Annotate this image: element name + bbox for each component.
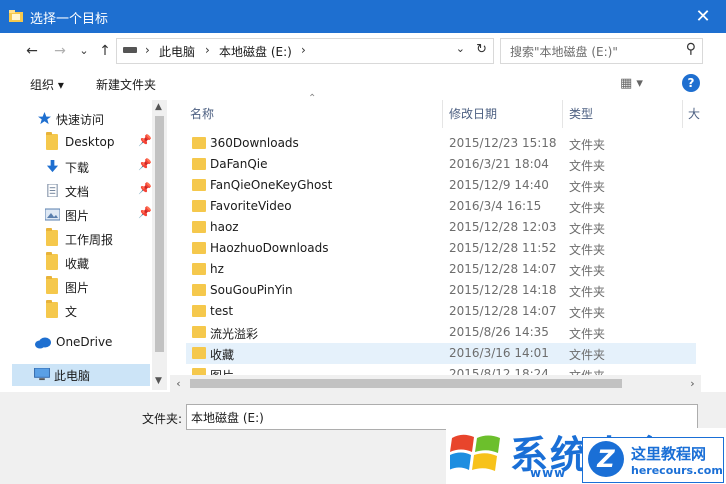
file-name: HaozhuoDownloads [210, 241, 329, 255]
list-item[interactable]: 360Downloads 2015/12/23 15:18 文件夹 [186, 133, 696, 154]
file-date: 2016/3/21 18:04 [449, 157, 549, 171]
list-item[interactable]: 图片 2015/8/12 18:24 文件夹 [186, 364, 696, 375]
folder-icon [192, 263, 206, 275]
list-item[interactable]: 流光溢彩 2015/8/26 14:35 文件夹 [186, 322, 696, 343]
file-type: 文件夹 [569, 348, 606, 362]
folder-icon [192, 347, 206, 359]
file-name: DaFanQie [210, 157, 268, 171]
file-name: 流光溢彩 [210, 327, 259, 341]
file-name: 图片 [210, 367, 234, 375]
file-date: 2015/12/28 14:18 [449, 283, 557, 297]
file-name: FavoriteVideo [210, 199, 292, 213]
scroll-thumb[interactable] [190, 379, 622, 388]
file-date: 2015/12/28 14:07 [449, 262, 557, 276]
list-item[interactable]: test 2015/12/28 14:07 文件夹 [186, 301, 696, 322]
horizontal-scrollbar[interactable]: ‹ › [170, 375, 701, 392]
list-item[interactable]: FavoriteVideo 2016/3/4 16:15 文件夹 [186, 196, 696, 217]
file-date: 2015/12/28 12:03 [449, 220, 557, 234]
folder-icon [192, 158, 206, 170]
file-type: 文件夹 [569, 138, 606, 152]
file-date: 2015/12/9 14:40 [449, 178, 549, 192]
folder-icon [192, 326, 206, 338]
watermark-url: www [530, 466, 567, 480]
file-type: 文件夹 [569, 264, 606, 278]
site-logo-icon: Z [588, 441, 624, 477]
file-type: 文件夹 [569, 367, 605, 375]
windows-logo-icon [450, 434, 500, 471]
list-item[interactable]: FanQieOneKeyGhost 2015/12/9 14:40 文件夹 [186, 175, 696, 196]
folder-field-value: 本地磁盘 (E:) [191, 411, 264, 425]
file-list: 360Downloads 2015/12/23 15:18 文件夹 DaFanQ… [0, 0, 726, 375]
file-name: hz [210, 262, 224, 276]
file-name: FanQieOneKeyGhost [210, 178, 333, 192]
file-date: 2015/12/23 15:18 [449, 136, 557, 150]
folder-icon [192, 305, 206, 317]
file-date: 2016/3/4 16:15 [449, 199, 542, 213]
list-item[interactable]: HaozhuoDownloads 2015/12/28 11:52 文件夹 [186, 238, 696, 259]
folder-field-label: 文件夹: [142, 412, 183, 426]
folder-icon [192, 179, 206, 191]
file-type: 文件夹 [569, 243, 606, 257]
file-name: 360Downloads [210, 136, 299, 150]
list-item[interactable]: DaFanQie 2016/3/21 18:04 文件夹 [186, 154, 696, 175]
watermark-domain: herecours.com [631, 464, 723, 477]
file-type: 文件夹 [569, 159, 606, 173]
list-item-selected[interactable]: 收藏 2016/3/16 14:01 文件夹 [186, 343, 696, 364]
file-type: 文件夹 [569, 222, 606, 236]
scroll-right-icon[interactable]: › [684, 375, 701, 392]
folder-icon [192, 368, 206, 375]
file-date: 2016/3/16 14:01 [449, 346, 549, 360]
folder-icon [192, 284, 206, 296]
file-type: 文件夹 [569, 201, 606, 215]
file-date: 2015/8/12 18:24 [449, 367, 549, 375]
file-date: 2015/12/28 11:52 [449, 241, 557, 255]
file-date: 2015/8/26 14:35 [449, 325, 549, 339]
file-date: 2015/12/28 14:07 [449, 304, 557, 318]
folder-icon [192, 137, 206, 149]
list-item[interactable]: SouGouPinYin 2015/12/28 14:18 文件夹 [186, 280, 696, 301]
watermark-site-name: 这里教程网 [631, 445, 707, 463]
list-item[interactable]: haoz 2015/12/28 12:03 文件夹 [186, 217, 696, 238]
file-name: test [210, 304, 234, 318]
file-name: haoz [210, 220, 239, 234]
file-name: SouGouPinYin [210, 283, 293, 297]
file-type: 文件夹 [569, 306, 606, 320]
scroll-left-icon[interactable]: ‹ [170, 375, 187, 392]
file-type: 文件夹 [569, 180, 606, 194]
scroll-down-icon[interactable]: ▼ [155, 376, 162, 386]
folder-icon [192, 200, 206, 212]
file-type: 文件夹 [569, 327, 606, 341]
list-item[interactable]: hz 2015/12/28 14:07 文件夹 [186, 259, 696, 280]
file-type: 文件夹 [569, 285, 606, 299]
folder-icon [192, 242, 206, 254]
file-name: 收藏 [210, 348, 235, 362]
folder-icon [192, 221, 206, 233]
